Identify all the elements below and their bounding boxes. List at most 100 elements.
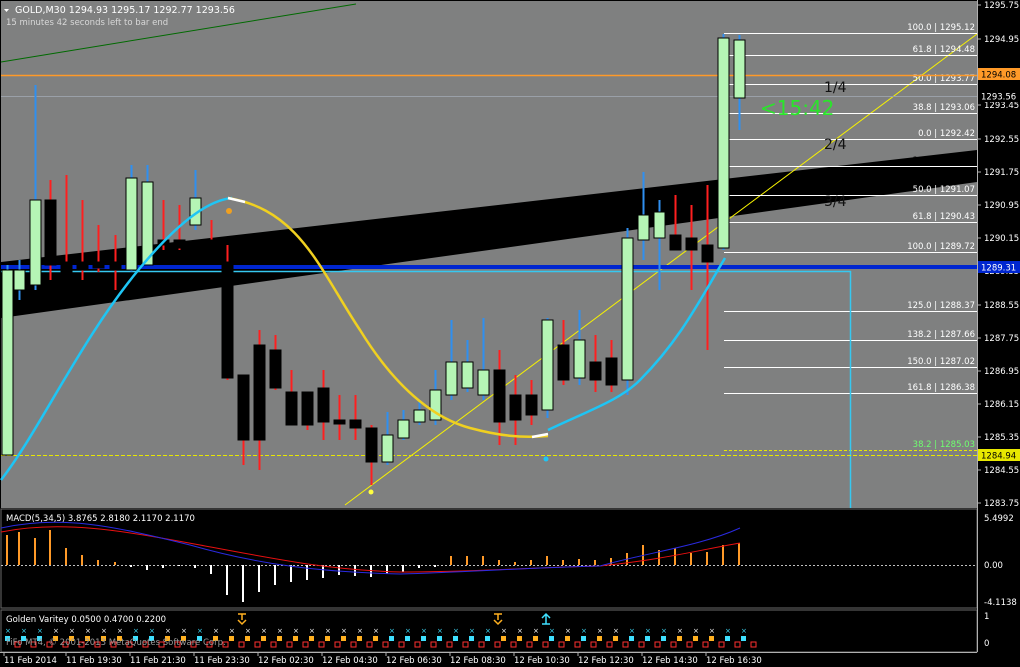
golden-cross-icon: × [373, 627, 379, 635]
trading-chart[interactable]: 100.0 | 1295.1261.8 | 1294.4850.0 | 1293… [0, 0, 1020, 667]
macd-histogram-bar [594, 560, 596, 565]
macd-histogram-bar [306, 565, 308, 580]
macd-histogram-bar [242, 565, 244, 602]
macd-histogram-bar [722, 545, 724, 565]
candle-body [733, 39, 746, 99]
blue-level-line [1, 265, 977, 269]
macd-tick-label: 0.00 [984, 561, 1003, 571]
fib-label: 100.0 | 1295.12 [907, 23, 975, 33]
candle-body [589, 361, 602, 381]
time-tick-label: 12 Feb 06:30 [386, 656, 442, 666]
price-tick-label: 1287.75 [984, 334, 1019, 344]
macd-histogram-bar [386, 565, 388, 574]
fib-label: 38.2 | 1285.03 [913, 440, 975, 450]
candle-body [92, 261, 105, 269]
macd-histogram-bar [146, 565, 148, 570]
price-tick-label: 1292.55 [984, 135, 1019, 145]
golden-cross-icon: × [213, 627, 219, 635]
candle-body [60, 261, 73, 273]
candle-body [221, 261, 234, 379]
price-tick-label: 1286.15 [984, 400, 1019, 410]
candle-body [365, 427, 378, 463]
golden-cross-icon: × [661, 627, 667, 635]
golden-cross-icon: × [741, 627, 747, 635]
macd-histogram-bar [482, 556, 484, 565]
macd-histogram-bar [354, 565, 356, 576]
golden-cross-icon: × [117, 627, 123, 635]
macd-histogram-bar [498, 560, 500, 565]
candle-body [445, 361, 458, 396]
fib-label: 138.2 | 1287.66 [907, 330, 975, 340]
macd-histogram-bar [194, 565, 196, 568]
candle-body [29, 199, 42, 286]
golden-square [565, 636, 570, 641]
price-label-blue: 1289.31 [981, 264, 1016, 274]
golden-cross-icon: × [341, 627, 347, 635]
golden-cross-icon: × [629, 627, 635, 635]
macd-histogram-bar [18, 532, 20, 565]
golden-square [389, 636, 394, 641]
golden-cross-icon: × [165, 627, 171, 635]
macd-histogram-bar [178, 565, 180, 566]
fib-label: 50.0 | 1291.07 [913, 185, 975, 195]
time-tick-label: 11 Feb 19:30 [66, 656, 122, 666]
golden-cross-icon: × [149, 627, 155, 635]
candle-body [717, 37, 730, 249]
macd-histogram-bar [578, 559, 580, 565]
golden-square [453, 636, 458, 641]
price-tick-label: 1295.75 [984, 1, 1019, 11]
candle-body [653, 211, 666, 239]
quarter-label-1: 1/4 [824, 80, 847, 96]
candle-body [109, 261, 122, 271]
golden-square [517, 636, 522, 641]
golden-square [245, 636, 250, 641]
macd-tick-label: 5.4992 [984, 514, 1014, 524]
time-tick-label: 12 Feb 10:30 [514, 656, 570, 666]
fib-label: 0.0 | 1292.42 [918, 129, 975, 139]
golden-cross-icon: × [597, 627, 603, 635]
candle-body [285, 391, 298, 426]
macd-histogram-bar [338, 565, 340, 575]
macd-histogram-bar [738, 543, 740, 565]
golden-square [533, 636, 538, 641]
golden-cross-icon: × [421, 627, 427, 635]
candle-body [125, 177, 138, 271]
candle-countdown: <15:42 [760, 96, 834, 120]
fib-label: 61.8 | 1294.48 [913, 45, 975, 55]
macd-histogram-bar [562, 560, 564, 565]
macd-histogram-bar [322, 565, 324, 578]
golden-square [229, 636, 234, 641]
golden-cross-icon: × [69, 627, 75, 635]
candle [125, 165, 138, 272]
price-tick-label: 1293.45 [984, 101, 1019, 111]
golden-square [437, 636, 442, 641]
fib-label: 38.8 | 1293.06 [913, 103, 975, 113]
candle-body [44, 199, 57, 266]
time-tick-label: 11 Feb 23:30 [194, 656, 250, 666]
fib-label: 125.0 | 1288.37 [907, 301, 975, 311]
fib-label: 61.8 | 1290.43 [913, 212, 975, 222]
golden-square [485, 636, 490, 641]
candle [717, 34, 730, 250]
price-tick-label: 1290.95 [984, 201, 1019, 211]
macd-histogram-bar [434, 565, 436, 567]
candle-body [76, 261, 89, 271]
macd-histogram-bar [210, 565, 212, 574]
golden-cross-icon: × [725, 627, 731, 635]
candle-body [317, 387, 330, 423]
golden-square [469, 636, 474, 641]
candle-body [525, 394, 538, 416]
macd-histogram-bar [114, 562, 116, 565]
price-tick-label: 1284.55 [984, 466, 1019, 476]
golden-cross-icon: × [5, 627, 11, 635]
candle-body [349, 419, 362, 429]
golden-cross-icon: × [533, 627, 539, 635]
golden-tick-label: 0 [984, 639, 989, 649]
time-tick-label: 12 Feb 04:30 [322, 656, 378, 666]
candle [541, 318, 554, 418]
fib-label: 38.2 | 1291.78 [913, 156, 975, 166]
candle-body [557, 344, 570, 381]
candle-body [669, 234, 682, 251]
macd-histogram-bar [274, 565, 276, 585]
macd-tick-label: -4.1138 [984, 598, 1017, 608]
